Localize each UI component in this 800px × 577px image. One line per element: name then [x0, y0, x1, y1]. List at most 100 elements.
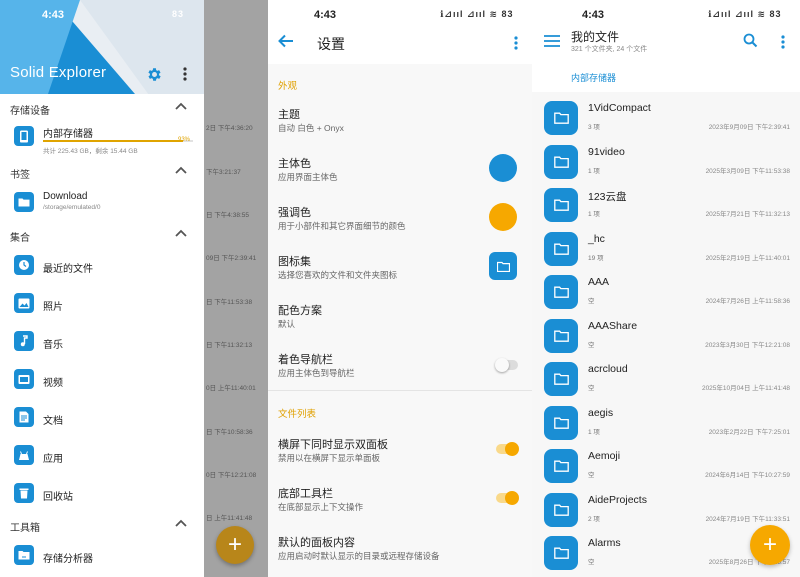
modified-date: 2025年7月21日 下午11:32:13: [705, 211, 790, 218]
storage-usage-percent: 93%: [178, 137, 191, 143]
drawer-item-video[interactable]: 视频: [0, 363, 204, 397]
item-count: 1 项: [588, 211, 600, 218]
video-icon: [14, 369, 34, 389]
item-count: 空: [588, 341, 595, 349]
video-label: 视频: [43, 378, 63, 389]
setting-summary: 自动 白色 + Onyx: [278, 123, 344, 133]
setting-title: 底部工具栏: [278, 488, 333, 500]
bg-timestamp: 09日 下午2:39:41: [206, 255, 257, 262]
search-icon[interactable]: [743, 33, 758, 48]
folder-icon: [544, 318, 578, 353]
item-count: 空: [588, 385, 595, 392]
setting-bottom-toolbar[interactable]: 底部工具栏 在底部显示上下文操作: [268, 485, 532, 529]
bg-timestamp: 下午3:21:37: [206, 169, 241, 176]
file-row[interactable]: AideProjects 2 项 2024年7月19日 下午11:33:51: [532, 489, 800, 532]
overflow-menu-icon[interactable]: [181, 66, 189, 82]
folder-icon: [14, 192, 34, 212]
app-title: Solid Explorer: [10, 64, 107, 81]
file-name: AideProjects: [588, 493, 647, 506]
phone-storage-icon: [14, 126, 34, 146]
menu-icon[interactable]: [544, 35, 560, 47]
overflow-menu-icon[interactable]: [779, 34, 787, 50]
file-row[interactable]: 1VidCompact 3 项 2023年9月09日 下午2:39:41: [532, 97, 800, 140]
file-row[interactable]: Aemoji 空 2024年6月14日 下午10:27:59: [532, 445, 800, 488]
file-name: Alarms: [588, 537, 621, 549]
setting-summary: 选择您喜欢的文件和文件夹图标: [278, 270, 398, 280]
status-time: 4:43: [314, 9, 337, 21]
modified-date: 2025年10月04日 上午11:41:48: [701, 385, 790, 392]
document-icon: [14, 407, 34, 427]
file-row[interactable]: _hc 19 项 2025年2月19日 上午11:40:01: [532, 228, 800, 271]
file-row[interactable]: AAAShare 空 2023年3月30日 下午12:21:08: [532, 315, 800, 358]
chevron-up-icon[interactable]: [174, 165, 188, 175]
drawer-item-music[interactable]: 音乐: [0, 325, 204, 359]
page-title: 我的文件: [571, 30, 620, 44]
documents-label: 文档: [43, 416, 63, 427]
item-count: 空: [588, 472, 595, 479]
divider: [268, 390, 532, 391]
drawer-item-apps[interactable]: 应用: [0, 439, 204, 473]
setting-summary: 应用启动时默认显示的目录或远程存储设备: [278, 551, 440, 561]
drawer-item-recycle-bin[interactable]: 回收站: [0, 477, 204, 511]
setting-title: 配色方案: [278, 305, 322, 317]
file-name: AAAShare: [588, 319, 638, 332]
file-list: 1VidCompact 3 项 2023年9月09日 下午2:39:41 91vide…: [532, 92, 800, 577]
setting-tinted-nav-bar[interactable]: 着色导航栏 应用主体色到导航栏: [268, 351, 532, 395]
dual-panel-toggle[interactable]: [496, 442, 519, 456]
status-time: 4:43: [582, 9, 605, 21]
drawer-item-download[interactable]: Download /storage/emulated/0: [0, 186, 204, 220]
setting-dual-panel[interactable]: 横屏下同时显示双面板 禁用以在横屏下显示单面板: [268, 436, 532, 480]
file-row[interactable]: 123云盘 1 项 2025年7月21日 下午11:32:13: [532, 184, 800, 227]
breadcrumb[interactable]: 内部存储器: [571, 71, 616, 84]
status-icons: ℹ︎⊿ııl ⊿ııl ≋ 83: [440, 9, 514, 19]
drawer-item-photos[interactable]: 照片: [0, 287, 204, 321]
trash-icon: [14, 483, 34, 503]
folder-icon: [544, 144, 578, 179]
bg-timestamp: 2日 下午4:36:20: [206, 125, 253, 132]
download-label: Download: [43, 191, 88, 202]
overflow-menu-icon[interactable]: [512, 35, 520, 51]
add-fab-button[interactable]: +: [750, 525, 790, 565]
setting-theme[interactable]: 主题 自动 白色 + Onyx: [268, 106, 532, 150]
settings-gear-icon[interactable]: [146, 66, 163, 83]
item-count: 空: [588, 298, 595, 305]
folder-icon: [544, 492, 578, 527]
setting-title: 主题: [278, 109, 300, 121]
file-row[interactable]: acrcloud 空 2025年10月04日 上午11:41:48: [532, 358, 800, 401]
setting-color-scheme[interactable]: 配色方案 默认: [268, 302, 532, 346]
folder-icon: [544, 101, 578, 135]
file-row[interactable]: 91video 1 项 2025年3月09日 下午11:53:38: [532, 141, 800, 184]
accent-color-swatch[interactable]: [489, 203, 517, 231]
chevron-up-icon[interactable]: [174, 228, 188, 238]
primary-color-swatch[interactable]: [489, 154, 517, 182]
background-file-list: 2日 下午4:36:20 下午3:21:37 日 下午4:38:55 09日 下…: [204, 0, 268, 577]
folder-icon: [544, 362, 578, 396]
section-bookmarks-label: 书签: [10, 170, 30, 181]
drawer-header: 4:43 83 Solid Explorer: [0, 0, 204, 94]
back-arrow-icon[interactable]: [278, 34, 294, 48]
drawer-item-documents[interactable]: 文档: [0, 401, 204, 435]
file-row[interactable]: AAA 空 2024年7月26日 上午11:58:36: [532, 271, 800, 314]
setting-default-panel-content[interactable]: 默认的面板内容 应用启动时默认显示的目录或远程存储设备: [268, 534, 532, 577]
folder-icon[interactable]: [489, 252, 517, 280]
drawer-item-storage-analyzer[interactable]: 存储分析器: [0, 539, 204, 573]
folder-icon: [544, 188, 578, 222]
tinted-nav-toggle[interactable]: [495, 358, 518, 372]
modified-date: 2023年9月09日 下午2:39:41: [708, 124, 790, 131]
folder-icon: [544, 405, 578, 440]
modified-date: 2024年6月14日 下午10:27:59: [705, 472, 790, 479]
drawer-item-recent-files[interactable]: 最近的文件: [0, 249, 204, 283]
modified-date: 2023年3月30日 下午12:21:08: [705, 341, 790, 349]
file-name: AAA: [588, 276, 610, 288]
setting-title: 横屏下同时显示双面板: [278, 439, 388, 451]
file-row[interactable]: aegis 1 项 2023年2月22日 下午7:25:01: [532, 402, 800, 445]
folder-icon: [544, 536, 578, 570]
download-path: /storage/emulated/0: [43, 204, 101, 211]
bottom-toolbar-toggle[interactable]: [496, 491, 519, 505]
internal-storage-label: 内部存储器: [43, 129, 93, 140]
bg-timestamp: 日 上午11:41:48: [206, 515, 253, 522]
chevron-up-icon[interactable]: [174, 518, 188, 528]
chevron-up-icon[interactable]: [174, 101, 188, 111]
modified-date: 2025年3月09日 下午11:53:38: [705, 167, 790, 175]
setting-title: 着色导航栏: [278, 354, 333, 366]
